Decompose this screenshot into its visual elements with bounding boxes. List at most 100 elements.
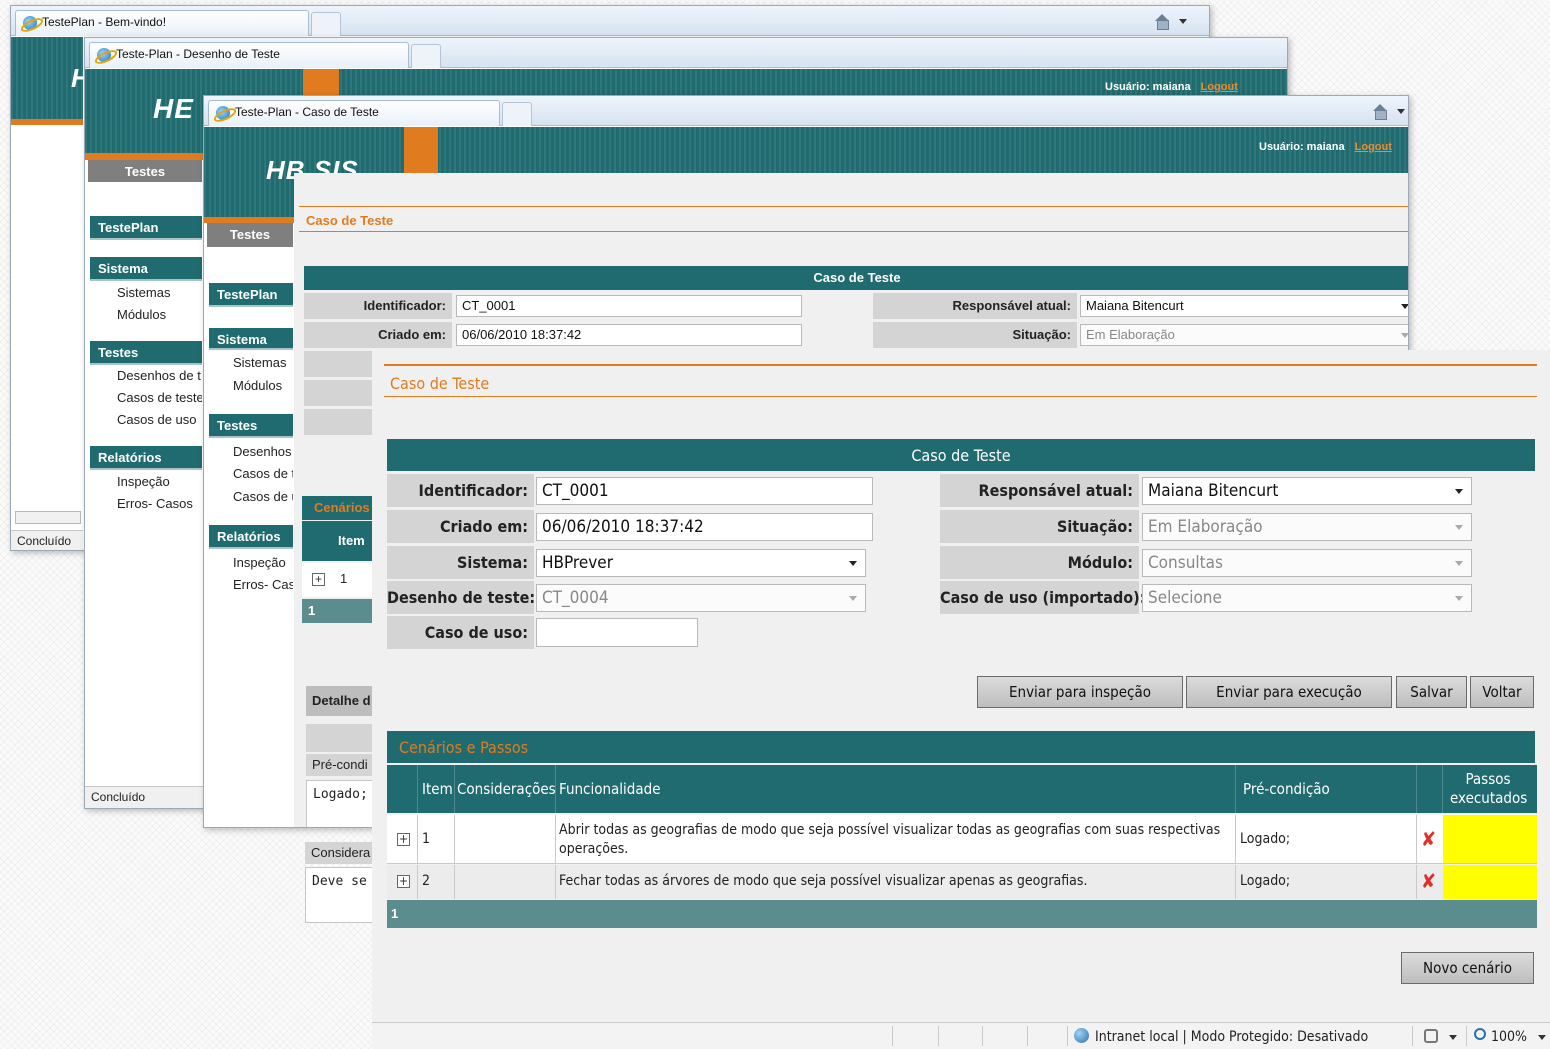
tab-title: Teste-Plan - Desenho de Teste [116,47,280,61]
table-row: + 1 Abrir todas as geografias de modo qu… [387,815,1537,864]
sidebar-item-modulos[interactable]: Módulos [233,378,293,393]
expand-icon[interactable]: + [397,833,410,846]
header-banner: H [11,37,90,119]
criado-em-field[interactable]: 06/06/2010 18:37:42 [536,513,873,541]
responsavel-select[interactable]: Maiana Bitencurt [1142,477,1472,505]
sidebar-item-modulos[interactable]: Módulos [117,307,202,322]
col-precondicao[interactable]: Pré-condição [1243,780,1330,798]
voltar-button[interactable]: Voltar [1470,676,1534,708]
salvar-button[interactable]: Salvar [1396,676,1467,708]
delete-x-icon[interactable]: ✘ [1421,829,1436,849]
status-text: Concluído [17,534,72,548]
consideracoes-textarea[interactable]: Deve se [305,867,375,923]
sidebar-section-testes: Testes [90,341,202,365]
zoom-level[interactable]: 100% [1491,1029,1527,1045]
sidebar-item-casos-teste[interactable]: Casos de t [233,466,293,481]
chevron-down-icon [1401,304,1408,309]
home-dropdown-icon[interactable] [1397,109,1405,114]
enviar-inspecao-button[interactable]: Enviar para inspeção [977,676,1183,708]
criado-em-field[interactable]: 06/06/2010 18:37:42 [456,324,802,346]
criado-em-label: Criado em: [304,322,452,348]
caso-uso-importado-select[interactable]: Selecione [1142,584,1472,612]
expand-icon[interactable]: + [397,875,410,888]
sidebar-item-sistemas[interactable]: Sistemas [233,355,293,370]
home-dropdown-icon[interactable] [1179,19,1187,24]
sidebar-item-casos-uso[interactable]: Casos de u [233,489,293,504]
protected-mode-icon[interactable] [1424,1029,1438,1043]
col-funcionalidade[interactable]: Funcionalidade [559,780,661,798]
enviar-execucao-button[interactable]: Enviar para execução [1186,676,1392,708]
sidebar-section-testes: Testes [209,414,293,438]
nav-tab-testes[interactable]: Testes [88,160,202,182]
situacao-select[interactable]: Em Elaboração [1142,513,1472,541]
sidebar-item-erros-casos[interactable]: Erros- Cas [233,577,293,592]
cell-item: 2 [422,873,431,889]
tab-welcome[interactable]: TestePlan - Bem-vindo! [15,10,309,36]
col-consideracoes[interactable]: Considerações [457,780,556,798]
new-tab-button[interactable] [502,102,532,126]
globe-icon [1074,1028,1089,1043]
desenho-teste-label: Desenho de teste: [387,581,535,614]
chevron-down-icon[interactable] [1449,1035,1457,1040]
tab-bar: Teste-Plan - Caso de Teste [204,96,1408,126]
modulo-select[interactable]: Consultas [1142,549,1472,577]
identificador-field[interactable]: CT_0001 [536,477,873,505]
new-tab-button[interactable] [311,12,341,36]
status-text: Concluído [91,790,146,804]
chevron-down-icon[interactable] [1538,1035,1546,1040]
tab-bar: Teste-Plan - Desenho de Teste [85,38,1287,68]
sidebar-item-erros-casos[interactable]: Erros- Casos [117,496,202,511]
logout-link[interactable]: Logout [1355,141,1392,153]
situacao-select[interactable]: Em Elaboração [1080,324,1408,346]
cell-funcionalidade: Abrir todas as geografias de modo que se… [559,822,1221,857]
ie-icon [216,106,230,120]
caso-uso-importado-label: Caso de uso (importado): [940,581,1145,614]
new-tab-button[interactable] [411,44,441,68]
sistema-label: Sistema: [387,546,534,579]
section-title: Caso de Teste [306,213,394,228]
chevron-down-icon [1455,596,1463,601]
title-rule-bottom [299,231,1408,232]
form-header: Caso de Teste [304,266,1408,290]
sidebar-item-sistemas[interactable]: Sistemas [117,285,202,300]
cenarios-passos-header: Cenários e Passos [387,731,1535,763]
home-icon[interactable] [1372,104,1388,120]
cell-item: 1 [422,831,431,847]
home-icon[interactable] [1154,14,1170,30]
col-item[interactable]: Item [422,780,453,798]
tab-caso-teste[interactable]: Teste-Plan - Caso de Teste [208,100,500,126]
title-rule-top [299,206,1408,207]
responsavel-label: Responsável atual: [873,293,1077,319]
delete-x-icon[interactable]: ✘ [1421,871,1436,891]
horizontal-scrollbar[interactable] [15,511,81,524]
section-title: Caso de Teste [390,374,490,393]
col-passos-executados[interactable]: Passos executados [1450,770,1527,808]
status-bar: Intranet local | Modo Protegido: Desativ… [372,1022,1550,1049]
tab-bar: TestePlan - Bem-vindo! [11,6,1209,36]
responsavel-select[interactable]: Maiana Bitencurt [1080,295,1408,317]
sidebar-item-desenhos[interactable]: Desenhos [233,444,293,459]
sidebar-item-desenhos[interactable]: Desenhos de t [117,368,202,383]
identificador-field[interactable]: CT_0001 [456,295,802,317]
desenho-teste-select[interactable]: CT_0004 [536,584,866,612]
zoom-icon [1474,1028,1486,1040]
cell-precondicao: Logado; [1240,831,1291,847]
sidebar-item-testeplan[interactable]: TestePlan [209,283,293,307]
sidebar-item-testeplan[interactable]: TestePlan [90,216,202,240]
grid-pager: 1 [387,900,1537,928]
consideracoes-label-partial: Considera [305,842,375,864]
sidebar-item-inspecao[interactable]: Inspeção [117,474,202,489]
sidebar-item-casos-teste[interactable]: Casos de teste [117,390,202,405]
tab-desenho[interactable]: Teste-Plan - Desenho de Teste [89,42,409,68]
caso-uso-field[interactable] [536,618,698,647]
sidebar-item-casos-uso[interactable]: Casos de uso [117,412,202,427]
page-link[interactable]: 1 [391,906,398,921]
sidebar-item-inspecao[interactable]: Inspeção [233,555,293,570]
main-content: Caso de Teste Caso de Teste Identificado… [372,350,1550,1049]
expand-icon[interactable]: + [312,573,325,586]
nav-tab-testes[interactable]: Testes [207,223,293,247]
novo-cenario-button[interactable]: Novo cenário [1401,952,1534,984]
sistema-select[interactable]: HBPrever [536,549,866,577]
sidebar-section-sistema: Sistema [90,257,202,281]
logout-link[interactable]: Logout [1201,81,1238,93]
